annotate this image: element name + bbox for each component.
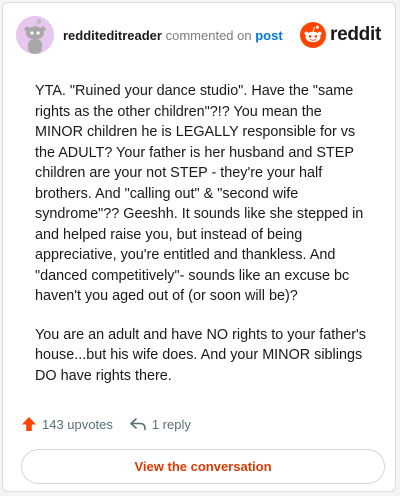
upvote-label: 143 upvotes xyxy=(42,416,113,432)
comment-header: redditeditreader commented on post xyxy=(63,28,283,43)
post-link[interactable]: post xyxy=(255,28,282,43)
comment-paragraph: YTA. "Ruined your dance studio". Have th… xyxy=(35,83,364,304)
reply-arrow-icon xyxy=(130,418,146,431)
reply-count[interactable]: 1 reply xyxy=(129,417,191,432)
reply-label: 1 reply xyxy=(151,416,191,432)
avatar[interactable] xyxy=(16,16,54,54)
comment-paragraph: You are an adult and have NO rights to y… xyxy=(35,326,367,384)
comment-stats: 143 upvotes 1 reply xyxy=(21,416,191,432)
username-link[interactable]: redditeditreader xyxy=(63,28,162,43)
reddit-logo-icon xyxy=(300,22,327,48)
action-text: commented on xyxy=(165,28,252,43)
comment-body: YTA. "Ruined your dance studio". Have th… xyxy=(35,81,371,404)
snoo-avatar-icon xyxy=(16,16,54,54)
upvote-arrow-icon xyxy=(22,417,36,431)
view-conversation-button[interactable]: View the conversation xyxy=(21,449,385,484)
comment-card: redditeditreader commented on post reddi… xyxy=(2,2,396,492)
reddit-brand[interactable]: reddit xyxy=(300,22,381,48)
brand-label: reddit xyxy=(330,24,381,45)
upvote-count[interactable]: 143 upvotes xyxy=(21,416,113,432)
